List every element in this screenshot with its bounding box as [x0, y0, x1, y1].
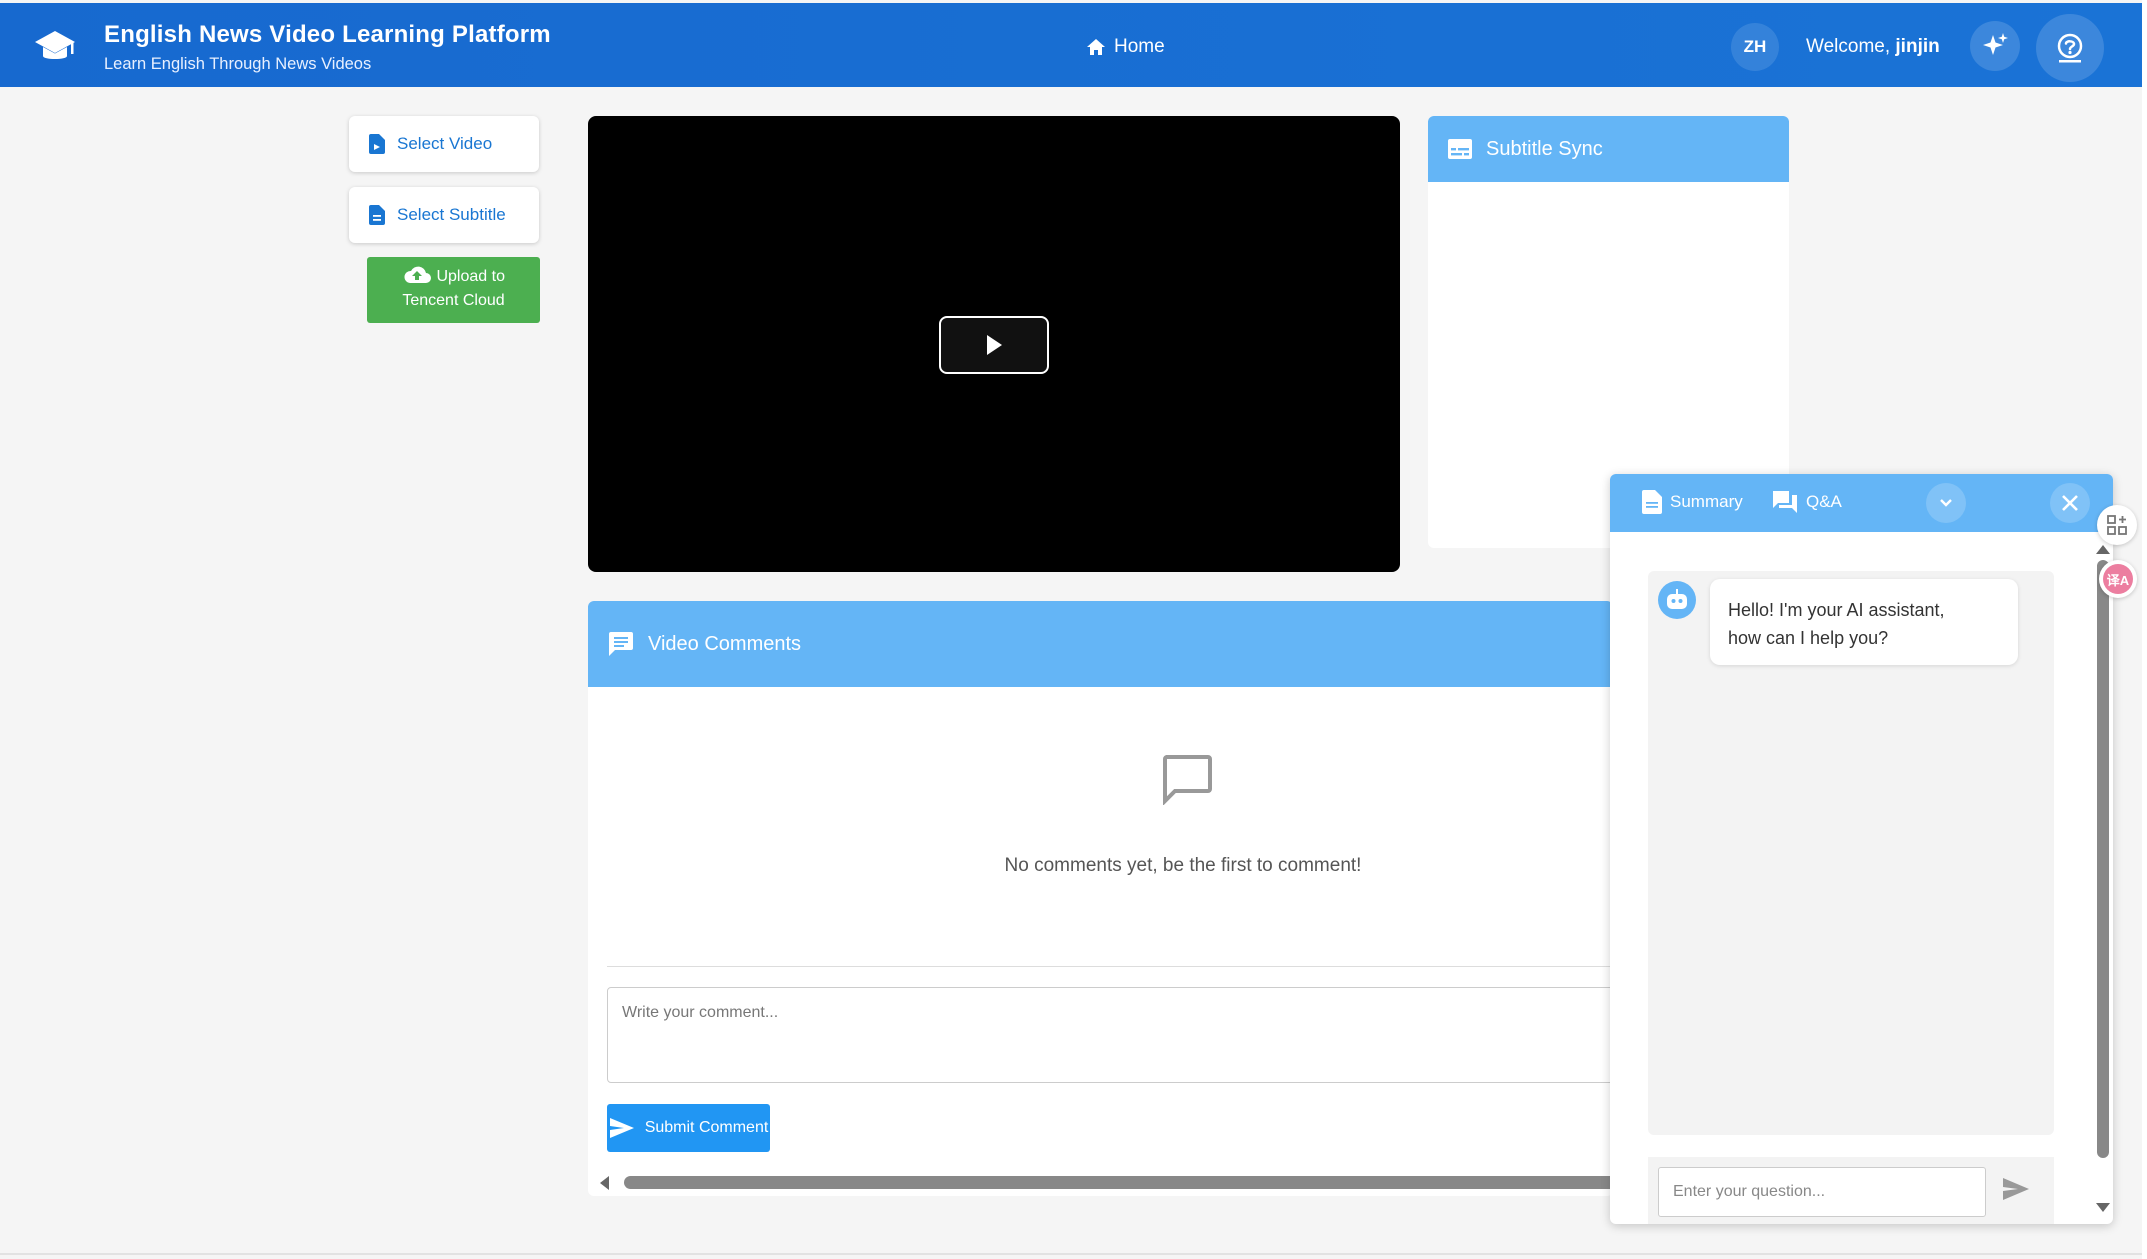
select-subtitle-label: Select Subtitle [397, 205, 506, 224]
bot-avatar [1658, 581, 1696, 619]
send-icon[interactable] [2002, 1177, 2030, 1201]
upload-cloud-button[interactable]: Upload to Tencent Cloud [367, 257, 540, 323]
top-app-bar: English News Video Learning Platform Lea… [0, 3, 2142, 87]
subtitle-sync-header: Subtitle Sync [1428, 116, 1789, 182]
graduation-cap-icon [35, 31, 75, 59]
close-button[interactable] [2050, 483, 2090, 523]
forum-icon [1773, 491, 1797, 513]
vertical-scrollbar[interactable] [2097, 560, 2109, 1158]
ai-assistant-panel: Summary Q&A Hello! I'm your AI assistant… [1610, 474, 2113, 1224]
welcome-text: Welcome, jinjin [1806, 36, 1940, 58]
video-player[interactable] [588, 116, 1400, 572]
welcome-prefix: Welcome, [1806, 36, 1891, 57]
app-title: English News Video Learning Platform [104, 21, 551, 48]
question-input[interactable]: Enter your question... [1658, 1167, 1986, 1217]
sparkle-icon [1983, 33, 2008, 55]
app-subtitle: Learn English Through News Videos [104, 55, 372, 73]
subtitle-sync-title: Subtitle Sync [1486, 137, 1603, 160]
nav-home-link[interactable]: Home [1086, 36, 1165, 58]
grid-plus-icon [2107, 515, 2127, 535]
upload-label-2: Tencent Cloud [402, 292, 505, 309]
help-button[interactable] [2036, 14, 2104, 82]
file-text-icon [369, 205, 385, 225]
scroll-down-arrow[interactable] [2096, 1203, 2110, 1212]
tab-summary[interactable]: Summary [1642, 490, 1743, 514]
play-icon [987, 335, 1002, 355]
select-video-label: Select Video [397, 134, 493, 153]
collapse-button[interactable] [1926, 483, 1966, 523]
horizontal-scrollbar[interactable] [624, 1176, 1613, 1189]
upload-label-1: Upload to [436, 268, 505, 285]
tab-qa[interactable]: Q&A [1772, 490, 1842, 514]
chat-messages: Hello! I'm your AI assistant, how can I … [1648, 571, 2054, 1135]
assistant-message: Hello! I'm your AI assistant, how can I … [1710, 579, 2018, 665]
comment-input[interactable]: Write your comment... [607, 987, 1613, 1083]
nav-home-label: Home [1114, 36, 1165, 57]
username: jinjin [1895, 36, 1940, 57]
upload-line-1: Upload to [367, 265, 540, 289]
empty-comment-icon [1163, 755, 1212, 805]
ai-panel-header: Summary Q&A [1610, 474, 2113, 532]
help-circle-icon [2057, 33, 2083, 63]
close-icon [2062, 495, 2078, 511]
question-bar: Enter your question... [1648, 1157, 2054, 1224]
assistant-message-line-1: Hello! I'm your AI assistant, [1728, 600, 1945, 620]
assistant-message-line-2: how can I help you? [1728, 628, 1889, 648]
language-toggle-button[interactable]: ZH [1731, 23, 1779, 71]
submit-comment-button[interactable]: Submit Comment [607, 1104, 770, 1152]
comments-header: Video Comments [588, 601, 1613, 687]
select-subtitle-button[interactable]: Select Subtitle [349, 187, 539, 243]
document-icon [1642, 490, 1662, 514]
home-icon [1087, 39, 1105, 55]
chevron-down-icon [1940, 499, 1952, 507]
empty-comments-text: No comments yet, be the first to comment… [1004, 855, 1362, 876]
send-icon [609, 1118, 634, 1138]
float-widget-button[interactable] [2097, 505, 2137, 545]
cloud-upload-icon [404, 266, 432, 283]
tab-qa-label: Q&A [1806, 492, 1842, 511]
subtitles-icon [1448, 139, 1472, 159]
file-video-icon [369, 134, 385, 154]
video-comments-panel: Video Comments No comments yet, be the f… [588, 601, 1613, 1196]
tab-summary-label: Summary [1670, 492, 1743, 511]
translate-icon: 译A [2103, 564, 2133, 594]
translate-widget-button[interactable]: 译A [2099, 560, 2137, 598]
page-edge [2142, 0, 2147, 1259]
select-video-button[interactable]: Select Video [349, 116, 539, 172]
scroll-up-arrow[interactable] [2096, 545, 2110, 554]
comments-title: Video Comments [648, 632, 802, 655]
scroll-left-arrow[interactable] [600, 1176, 609, 1190]
submit-comment-label: Submit Comment [644, 1119, 769, 1136]
ai-assistant-button[interactable] [1970, 21, 2020, 71]
robot-icon [1667, 589, 1687, 609]
brand[interactable]: English News Video Learning Platform Lea… [104, 21, 551, 74]
page-footer-line [0, 1253, 2142, 1255]
play-button[interactable] [939, 316, 1049, 374]
comment-icon [609, 632, 633, 656]
divider [607, 966, 1613, 967]
